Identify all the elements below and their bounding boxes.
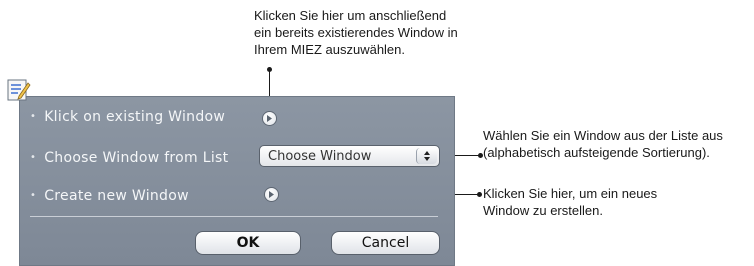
select-value: Choose Window [268, 149, 372, 164]
option-label: Choose Window from List [44, 150, 229, 166]
leader-dot-list [478, 153, 483, 158]
option-label: Klick on existing Window [44, 109, 226, 125]
cancel-button[interactable]: Cancel [331, 231, 440, 255]
leader-dot-new [477, 192, 482, 197]
arrow-right-icon [267, 115, 272, 122]
option-klick-existing-window: • Klick on existing Window [30, 109, 225, 125]
callout-line: Klicken Sie hier um anschließend [254, 8, 447, 23]
ok-button[interactable]: OK [195, 231, 301, 255]
bullet: • [30, 152, 37, 163]
callout-choose-list: Wählen Sie ein Window aus der Liste aus … [483, 127, 723, 161]
create-new-window-arrow-button[interactable] [265, 188, 278, 201]
callout-line: ein bereits existierendes Window in [254, 25, 458, 40]
callout-create-new: Klicken Sie hier, um ein neues Window zu… [483, 185, 657, 219]
option-create-new-window: • Create new Window [30, 188, 189, 204]
notepad-edit-icon [6, 77, 32, 103]
callout-line: (alphabetisch aufsteigende Sortierung). [483, 145, 710, 160]
separator [30, 216, 438, 217]
leader-dot-top [267, 67, 272, 72]
callout-line: Ihrem MIEZ auszuwählen. [254, 42, 406, 57]
existing-window-arrow-button[interactable] [263, 112, 276, 125]
option-choose-window-from-list: • Choose Window from List [30, 150, 228, 166]
callout-line: Window zu erstellen. [483, 203, 603, 218]
arrow-right-icon [269, 191, 274, 198]
callout-existing-window: Klicken Sie hier um anschließend ein ber… [254, 7, 458, 58]
bullet: • [30, 111, 37, 122]
callout-line: Wählen Sie ein Window aus der Liste aus [483, 128, 723, 143]
option-label: Create new Window [44, 188, 189, 204]
up-down-stepper-icon[interactable] [416, 148, 437, 164]
callout-line: Klicken Sie hier, um ein neues [483, 186, 658, 201]
bullet: • [30, 190, 37, 201]
choose-window-select[interactable]: Choose Window [259, 145, 440, 167]
